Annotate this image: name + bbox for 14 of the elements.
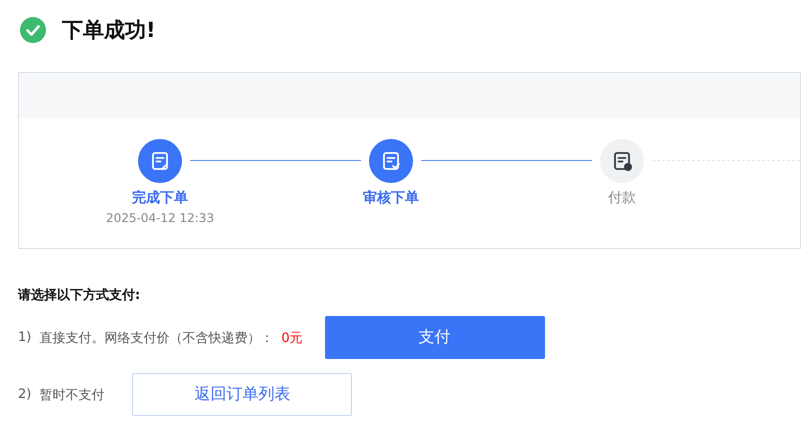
section-heading: 请选择以下方式支付:	[18, 286, 142, 304]
pay-button[interactable]: 支付	[324, 316, 545, 359]
step-label: 审核下单	[363, 189, 419, 207]
success-check-icon	[20, 17, 46, 43]
back-to-orders-button[interactable]: 返回订单列表	[132, 373, 352, 416]
option-text: 直接支付。网络支付价（不含快递费）：	[39, 330, 274, 346]
page-title: 下单成功!	[62, 17, 156, 44]
price-amount: 0元	[281, 330, 303, 346]
option-number: 2)	[18, 387, 32, 402]
step-label: 完成下单	[132, 189, 188, 207]
option-number: 1)	[18, 330, 32, 345]
option-text: 暂时不支付	[39, 386, 104, 404]
step-time: 2025-04-12 12:33	[106, 211, 214, 225]
step-label: 付款	[608, 189, 636, 207]
